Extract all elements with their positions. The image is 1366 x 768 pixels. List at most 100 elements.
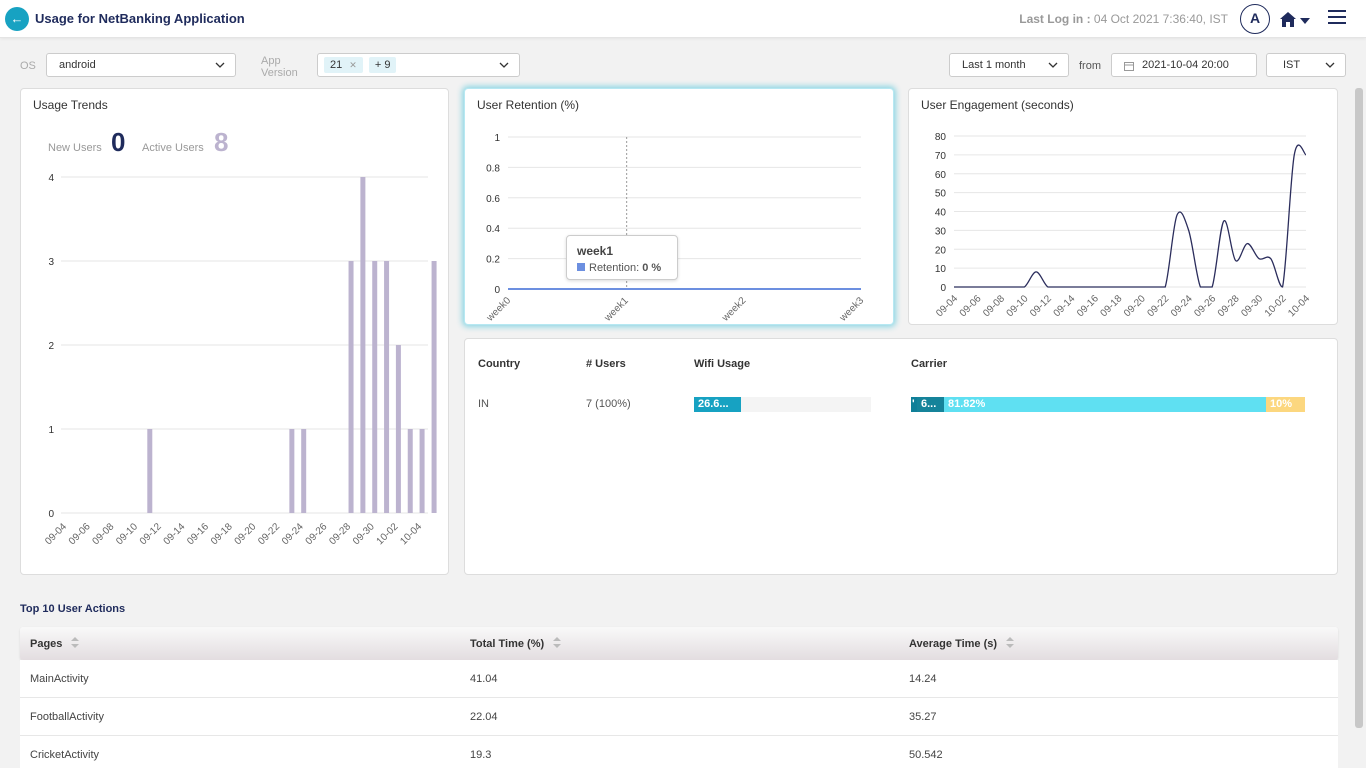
x-tick-label: 09-16 [1075,293,1101,319]
x-tick-label: 09-06 [958,293,984,319]
retention-tooltip: week1 Retention: 0 % [566,235,678,280]
remove-tag-icon[interactable]: ✕ [349,60,357,70]
tooltip-label: Retention: [589,262,640,274]
carrier-segment-2[interactable]: 6... [917,397,944,412]
user-engagement-title: User Engagement (seconds) [921,98,1074,112]
x-tick-label: 10-04 [1286,293,1312,319]
x-tick-label: 09-22 [256,521,282,547]
from-date-input[interactable]: 2021-10-04 20:00 [1111,53,1257,77]
last-login-label: Last Log in : [1019,12,1091,26]
timezone-select[interactable]: IST [1266,53,1346,77]
y-tick-label: 10 [935,264,947,275]
carrier-bar[interactable]: ' 6... 81.82% 10% [911,397,1305,412]
users-header: # Users [586,358,626,370]
x-tick-label: 09-14 [1052,293,1078,319]
carrier-segment-4[interactable]: 10% [1266,397,1305,412]
y-tick-label: 70 [935,151,947,162]
y-tick-label: 0 [494,285,500,296]
chevron-down-icon [499,62,509,68]
avatar[interactable]: A [1240,4,1270,34]
app-version-label-line1: App [261,55,281,67]
y-tick-label: 0.4 [486,224,500,235]
bar [384,261,390,513]
pages-column-header[interactable]: Pages [30,637,80,650]
app-version-tag[interactable]: 21 ✕ [324,57,363,73]
x-tick-label: 09-24 [1169,293,1195,319]
country-header: Country [478,358,521,370]
x-tick-label: week2 [720,295,749,324]
chevron-down-icon [215,62,225,68]
page-cell: MainActivity [30,673,89,685]
new-users-value: 0 [111,127,126,157]
total-time-header-label: Total Time (%) [470,638,545,650]
tooltip-body: Retention: 0 % [577,262,661,274]
y-tick-label: 1 [494,133,500,144]
y-tick-label: 0.6 [486,194,500,205]
page-scrollbar[interactable] [1355,88,1363,728]
y-tick-label: 3 [48,257,54,268]
x-tick-label: 09-16 [185,521,211,547]
tooltip-value: 0 % [642,262,662,274]
active-users-value: 8 [214,127,229,157]
bar [407,429,413,513]
y-tick-label: 0 [940,283,946,294]
table-row[interactable]: FootballActivity 22.04 35.27 [20,698,1338,736]
country-value: IN [478,398,489,410]
app-version-tag-label: 21 [330,59,343,71]
carrier-header: Carrier [911,358,948,370]
table-row[interactable]: MainActivity 41.04 14.24 [20,660,1338,698]
users-value: 7 (100%) [586,398,631,410]
from-label: from [1079,60,1101,72]
usage-trends-card: Usage Trends New Users 0 Active Users 8 … [20,88,449,575]
top-bar: ← Usage for NetBanking Application Last … [0,0,1366,38]
user-retention-card[interactable]: User Retention (%) 0 0.2 0.4 0.6 0.8 1 week0 we… [464,88,894,325]
app-version-more-tag[interactable]: + 9 [368,57,397,73]
pages-header-label: Pages [30,638,63,650]
x-tick-label: 09-30 [1239,293,1265,319]
bar [289,429,295,513]
usage-trends-title: Usage Trends [33,98,108,112]
table-row[interactable]: CricketActivity 19.3 50.542 [20,736,1338,768]
x-tick-label: 09-30 [351,521,377,547]
user-engagement-chart: 0102030405060708009-0409-0609-0809-1009-… [934,132,1312,319]
os-select[interactable]: android [46,53,236,77]
back-arrow-icon[interactable]: ← [5,7,29,31]
bar [419,429,425,513]
hamburger-menu-icon[interactable] [1328,10,1346,26]
total-time-column-header[interactable]: Total Time (%) [470,637,562,650]
bar [348,261,354,513]
timezone-select-value: IST [1283,59,1301,71]
x-tick-label: 09-08 [91,521,117,547]
y-tick-label: 4 [48,173,54,184]
sort-icon [553,637,562,648]
x-tick-label: week0 [484,295,513,324]
bar [372,261,378,513]
average-time-column-header[interactable]: Average Time (s) [909,637,1015,650]
total-time-cell: 22.04 [470,711,498,723]
range-select[interactable]: Last 1 month [949,53,1069,77]
x-tick-label: 09-20 [1122,293,1148,319]
x-tick-label: 09-12 [138,521,164,547]
wifi-usage-bar[interactable]: 26.6... [694,397,871,412]
x-tick-label: 09-28 [1216,293,1242,319]
x-tick-label: 09-24 [280,521,306,547]
y-tick-label: 2 [48,341,54,352]
app-version-select[interactable]: 21 ✕ + 9 [317,53,520,77]
app-version-label-line2: Version [261,67,298,79]
usage-trends-chart: 0 1 2 3 4 09-0409-0609-0809-1009-1209-1409-16… [43,173,437,547]
y-tick-label: 30 [935,226,947,237]
bar [147,429,153,513]
y-tick-label: 40 [935,208,947,219]
home-menu-button[interactable] [1279,10,1313,30]
carrier-segment-3[interactable]: 81.82% [944,397,1266,412]
engagement-line [954,144,1307,288]
wifi-usage-header: Wifi Usage [694,358,751,370]
last-login: Last Log in : 04 Oct 2021 7:36:40, IST [1019,12,1228,26]
from-date-value: 2021-10-04 20:00 [1142,59,1229,71]
sort-icon [1006,637,1015,648]
x-tick-label: week1 [602,295,631,324]
last-login-value: 04 Oct 2021 7:36:40, IST [1093,12,1228,26]
tooltip-title: week1 [577,244,614,258]
average-time-cell: 50.542 [909,749,943,761]
x-tick-label: 10-02 [375,521,401,547]
